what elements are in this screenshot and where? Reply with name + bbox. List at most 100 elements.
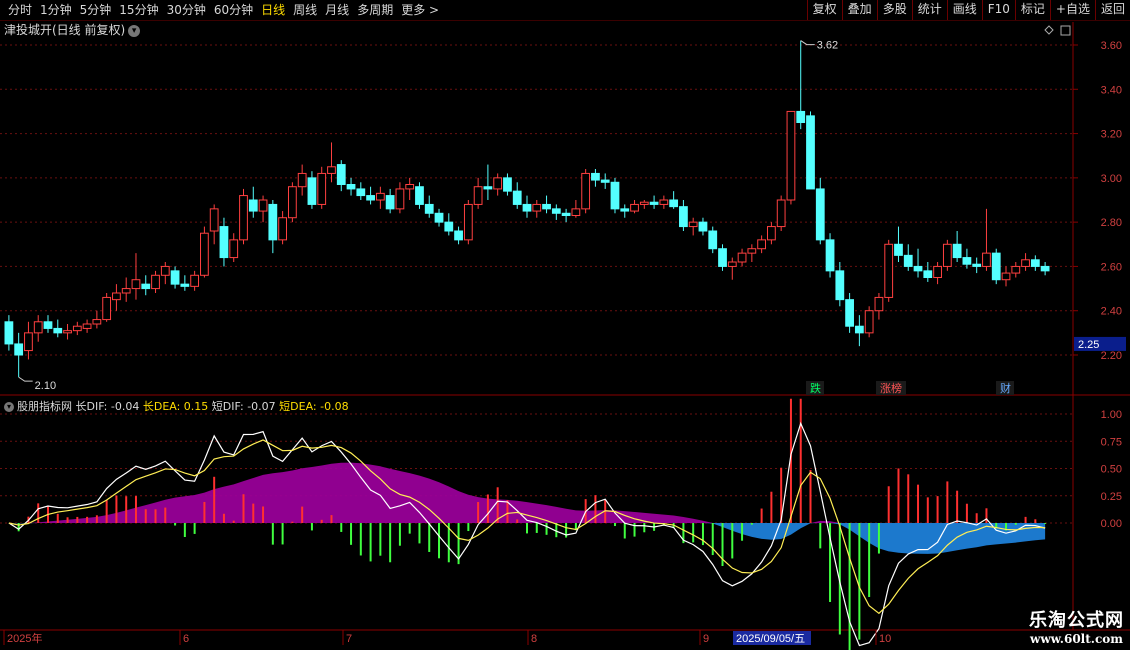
candle-body xyxy=(229,239,239,259)
candle-body xyxy=(24,332,33,352)
candle-body xyxy=(209,208,219,232)
candles xyxy=(4,40,1050,378)
indicator-axis-label: 0.25 xyxy=(1101,491,1122,503)
candle-body xyxy=(894,243,903,256)
candle-body xyxy=(718,248,727,267)
candle-body xyxy=(434,212,444,223)
date-label: 7 xyxy=(346,633,352,645)
candle-body xyxy=(903,254,913,267)
low-label: 2.10 xyxy=(35,380,56,392)
indicator-axis-label: 0.00 xyxy=(1101,518,1122,530)
candle-body xyxy=(737,252,747,263)
candle-body xyxy=(962,257,972,265)
candle-body xyxy=(424,203,434,214)
candle-body xyxy=(884,243,894,298)
price-axis-label: 3.00 xyxy=(1101,173,1122,185)
candle-body xyxy=(92,319,102,325)
candle-body xyxy=(649,201,659,205)
candle-body xyxy=(102,296,112,321)
event-label: 跌 xyxy=(810,381,821,395)
candle-body xyxy=(532,203,542,212)
candle-body xyxy=(82,323,92,329)
candle-body xyxy=(767,226,776,241)
price-axis-label: 3.60 xyxy=(1101,40,1122,52)
indicator-axis-label: 1.00 xyxy=(1101,409,1122,421)
low-marker xyxy=(18,376,33,382)
candle-body xyxy=(336,164,346,185)
candle-body xyxy=(571,208,581,217)
watermark: 乐淘公式网 www.60lt.com xyxy=(1029,606,1124,646)
candle-body xyxy=(170,270,180,285)
event-label: 财 xyxy=(1000,381,1011,395)
candle-body xyxy=(1040,265,1050,272)
candle-body xyxy=(53,327,63,334)
candle-body xyxy=(698,221,708,232)
candle-body xyxy=(180,283,190,287)
candle-body xyxy=(190,274,200,287)
candle-body xyxy=(864,310,874,334)
candle-body xyxy=(327,166,336,174)
candle-body xyxy=(825,239,835,272)
price-axis-label: 2.40 xyxy=(1101,306,1122,318)
candle-body xyxy=(278,217,287,241)
candle-body xyxy=(483,186,493,190)
event-label: 涨榜 xyxy=(880,381,902,395)
candle-body xyxy=(141,283,151,290)
candle-body xyxy=(952,243,962,259)
candle-body xyxy=(1001,272,1011,281)
candle-body xyxy=(551,208,561,214)
candle-body xyxy=(297,172,307,188)
high-marker xyxy=(800,40,815,46)
candle-body xyxy=(942,243,952,267)
candle-body xyxy=(63,330,72,334)
candle-body xyxy=(874,296,884,312)
candle-body xyxy=(121,288,131,294)
candle-body xyxy=(708,230,718,250)
candle-body xyxy=(14,343,24,356)
candle-body xyxy=(258,199,268,212)
candle-body xyxy=(248,199,258,212)
candle-body xyxy=(522,203,532,212)
date-label: 2025年 xyxy=(7,631,42,645)
crosshair-date-label: 2025/09/05/五 xyxy=(736,633,805,645)
candle-body xyxy=(991,252,1001,281)
candle-body xyxy=(815,188,825,241)
candle-body xyxy=(395,188,405,210)
candle-body xyxy=(835,270,845,301)
candle-body xyxy=(639,201,649,205)
candle-body xyxy=(385,195,395,210)
candle-body xyxy=(796,110,806,124)
candle-body xyxy=(757,239,767,250)
candle-body xyxy=(542,203,551,210)
candle-body xyxy=(854,325,864,334)
candle-body xyxy=(591,172,600,181)
candle-body xyxy=(444,221,454,232)
candle-body xyxy=(1021,259,1030,267)
candle-body xyxy=(512,190,522,205)
stock-chart[interactable]: 3.60 3.40 3.20 3.00 2.80 2.60 2.40 2.202.25 1.00… xyxy=(0,0,1130,650)
candle-body xyxy=(786,110,796,201)
price-axis-label: 2.80 xyxy=(1101,217,1122,229)
date-label: 10 xyxy=(879,633,891,645)
candle-body xyxy=(688,221,698,228)
candle-body xyxy=(219,226,229,259)
candle-body xyxy=(923,270,933,279)
candle-body xyxy=(503,177,512,192)
candle-body xyxy=(1011,265,1021,274)
candle-body xyxy=(72,325,82,332)
candle-body xyxy=(346,184,356,190)
candle-body xyxy=(200,232,209,276)
watermark-title: 乐淘公式网 xyxy=(1029,610,1124,631)
price-axis-label: 2.60 xyxy=(1101,261,1122,273)
candle-body xyxy=(307,177,317,205)
candle-body xyxy=(679,206,688,228)
price-axis-label: 3.20 xyxy=(1101,129,1122,141)
diamond-icon xyxy=(1044,25,1054,35)
date-label: 9 xyxy=(703,633,709,645)
candle-body xyxy=(405,184,415,190)
candle-body xyxy=(581,172,591,210)
watermark-url: www.60lt.com xyxy=(1030,632,1123,646)
candle-body xyxy=(356,188,366,197)
candle-body xyxy=(160,265,170,276)
candle-body xyxy=(600,179,610,183)
